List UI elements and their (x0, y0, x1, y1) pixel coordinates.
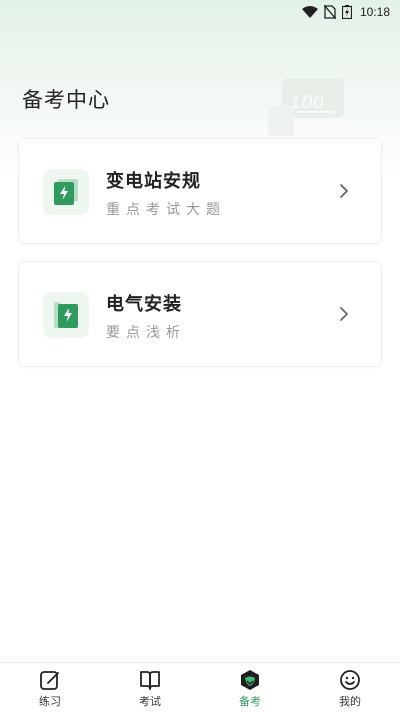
tab-label: 备考 (239, 695, 261, 708)
tab-profile[interactable]: 我的 (300, 663, 400, 712)
score-badge-decoration: 100 (268, 78, 344, 136)
profile-smile-icon (340, 670, 360, 690)
tab-prep[interactable]: 备考 (200, 663, 300, 712)
deco-100-text: 100 (290, 92, 324, 113)
no-sim-icon (323, 5, 336, 19)
page-title: 备考中心 (22, 88, 110, 112)
tab-label: 考试 (139, 695, 161, 708)
tab-practice[interactable]: 练习 (0, 663, 100, 712)
tab-label: 练习 (39, 695, 61, 708)
practice-edit-icon (40, 671, 59, 690)
card-subtitle: 要点浅析 (106, 325, 186, 341)
power-document-icon (54, 179, 78, 205)
tab-exam[interactable]: 考试 (100, 663, 200, 712)
chevron-right-icon (340, 307, 348, 321)
course-card-electrical-installation[interactable]: 电气安装 要点浅析 (18, 261, 382, 367)
exam-book-icon (140, 671, 160, 690)
status-time: 10:18 (359, 5, 390, 19)
prep-hexagon-icon (241, 670, 259, 690)
chevron-right-icon (340, 184, 348, 198)
battery-charging-icon (341, 5, 352, 19)
card-icon-background (43, 169, 89, 215)
card-subtitle: 重点考试大题 (106, 202, 226, 218)
bottom-tab-bar: 练习 考试 备考 我的 (0, 662, 400, 712)
course-card-substation-safety[interactable]: 变电站安规 重点考试大题 (18, 138, 382, 244)
wifi-icon (301, 6, 318, 18)
status-bar: 10:18 (0, 0, 400, 24)
card-title: 变电站安规 (106, 171, 201, 192)
tab-label: 我的 (339, 695, 361, 708)
card-title: 电气安装 (106, 294, 182, 315)
card-icon-background (43, 292, 89, 338)
power-document-icon (54, 302, 78, 328)
